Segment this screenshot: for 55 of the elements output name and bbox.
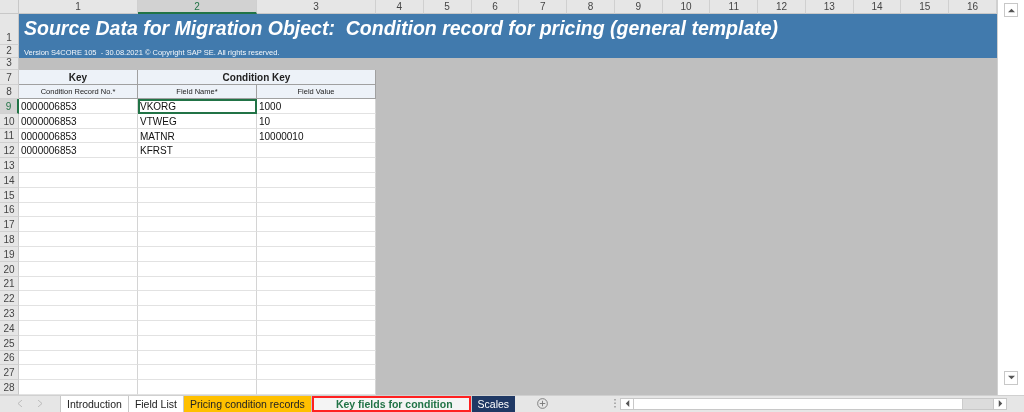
group-header: Key — [19, 70, 138, 85]
row-header[interactable]: 27 — [0, 365, 19, 381]
left-triangle-icon — [623, 400, 631, 408]
row-header[interactable]: 12 — [0, 143, 19, 159]
column-header[interactable]: 3 — [257, 0, 376, 14]
row-header[interactable]: 18 — [0, 232, 19, 247]
table-cell[interactable] — [257, 143, 376, 159]
table-cell[interactable]: 0000006853 — [19, 143, 138, 159]
sheet-title: Source Data for Migration Object: Condition record for pricing (general template) — [24, 17, 780, 40]
column-header[interactable]: 12 — [758, 0, 806, 14]
scroll-down-button[interactable] — [1004, 370, 1018, 385]
up-triangle-icon — [1007, 6, 1015, 14]
table-cell[interactable]: VKORG — [138, 99, 257, 114]
right-triangle-icon — [996, 400, 1004, 408]
row-header[interactable]: 9 — [0, 99, 19, 114]
column-header[interactable]: 4 — [376, 0, 424, 14]
row-header[interactable]: 22 — [0, 291, 19, 307]
column-header[interactable]: 6 — [471, 0, 520, 14]
add-sheet-icon[interactable] — [537, 398, 549, 410]
column-header[interactable]: 13 — [805, 0, 854, 14]
row-header[interactable]: 23 — [0, 306, 19, 321]
table-cell[interactable]: 1000 — [257, 99, 376, 114]
sheet-tab[interactable]: Key fields for condition — [310, 395, 471, 412]
row-header[interactable]: 2 — [0, 45, 19, 58]
column-header[interactable]: 16 — [949, 0, 997, 14]
previous-sheet-icon[interactable] — [18, 400, 23, 408]
group-header: Condition Key — [138, 70, 376, 85]
row-header[interactable]: 17 — [0, 217, 19, 233]
sheet-tab[interactable]: Introduction — [60, 395, 128, 412]
column-header[interactable]: 14 — [853, 0, 902, 14]
column-header[interactable]: 11 — [710, 0, 759, 14]
column-header[interactable]: 9 — [614, 0, 663, 14]
next-sheet-icon[interactable] — [37, 400, 42, 408]
column-header[interactable]: 15 — [901, 0, 950, 14]
column-header[interactable]: 7 — [519, 0, 568, 14]
row-header[interactable]: 8 — [0, 85, 19, 99]
down-triangle-icon — [1007, 374, 1015, 382]
select-all-corner[interactable] — [0, 0, 19, 14]
scroll-up-button[interactable] — [1004, 3, 1018, 17]
column-header[interactable]: 2 — [138, 0, 257, 14]
column-header[interactable]: 10 — [662, 0, 711, 14]
sheet-tab[interactable]: Pricing condition records — [182, 395, 311, 412]
row-header[interactable]: 7 — [0, 70, 19, 85]
row-header[interactable]: 3 — [0, 58, 19, 70]
row-header[interactable]: 28 — [0, 380, 19, 395]
table-cell[interactable]: 0000006853 — [19, 99, 138, 114]
column-header[interactable]: 8 — [567, 0, 615, 14]
sheet-tab[interactable]: Field List — [127, 395, 183, 412]
column-header[interactable]: 1 — [19, 0, 138, 14]
sheet-tab[interactable]: Scales — [470, 395, 516, 412]
horizontal-scrollbar[interactable] — [620, 397, 1007, 410]
row-header[interactable]: 1 — [0, 14, 19, 45]
column-header[interactable]: 5 — [423, 0, 472, 14]
table-cell[interactable]: KFRST — [138, 143, 257, 159]
row-header[interactable]: 13 — [0, 158, 19, 173]
